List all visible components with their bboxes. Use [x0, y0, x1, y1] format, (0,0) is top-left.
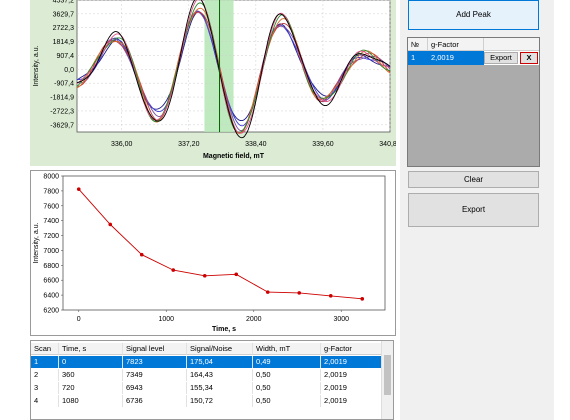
kinetics-y-tick-label: 7200: [43, 233, 59, 240]
kinetics-data-point[interactable]: [76, 187, 81, 191]
table-row[interactable]: 2 360 7349 164,43 0,50 2,0019: [31, 369, 383, 381]
epr-y-tick-label: 2722,3: [53, 25, 75, 32]
table-column-header: Scan: [31, 343, 59, 355]
table-cell: 0,49: [253, 356, 321, 368]
table-cell: 4: [31, 395, 59, 407]
kinetics-y-tick-label: 6600: [43, 278, 59, 285]
table-row[interactable]: 3 720 6943 155,34 0,50 2,0019: [31, 382, 383, 394]
table-cell: 0: [59, 356, 123, 368]
kinetics-y-tick-label: 6400: [43, 293, 59, 300]
table-column-header: g-Factor: [321, 343, 383, 355]
table-cell: 164,43: [187, 369, 253, 381]
peak-row-g-factor: 2,0019: [428, 51, 484, 65]
kinetics-y-tick-label: 6800: [43, 263, 59, 270]
scan-table[interactable]: Scan Time, s Signal level Signal/Noise Width…: [30, 340, 394, 420]
table-cell: 0,50: [253, 382, 321, 394]
epr-x-tick-label: 340,80: [379, 141, 396, 148]
peaks-col-g-factor: g-Factor: [428, 38, 484, 51]
table-cell: 1080: [59, 395, 123, 407]
table-cell: 2,0019: [321, 395, 383, 407]
table-cell: 7823: [123, 356, 187, 368]
table-row[interactable]: 1 0 7823 175,04 0,49 2,0019: [31, 356, 383, 368]
table-cell: 2,0019: [321, 356, 383, 368]
epr-y-tick-label: -1814,9: [50, 95, 74, 102]
table-cell: 360: [59, 369, 123, 381]
kinetics-x-tick-label: 0: [77, 316, 81, 323]
scrollbar-thumb[interactable]: [384, 355, 391, 395]
kinetics-x-tick-label: 1000: [158, 316, 174, 323]
kinetics-x-tick-label: 2000: [246, 316, 262, 323]
kinetics-data-point[interactable]: [139, 252, 144, 257]
table-cell: 0,50: [253, 395, 321, 407]
kinetics-x-tick-label: 3000: [333, 316, 349, 323]
kinetics-data-point[interactable]: [171, 268, 176, 272]
kinetics-panel: 6200 6400 6600 6800 7000 7200 7400 7600 7800 8000…: [30, 170, 396, 336]
table-cell: 155,34: [187, 382, 253, 394]
table-cell: 150,72: [187, 395, 253, 407]
export-button[interactable]: Export: [408, 193, 539, 227]
kinetics-y-tick-label: 6200: [43, 308, 59, 315]
epr-y-tick-label: 1814,9: [53, 39, 75, 46]
kinetics-data-point[interactable]: [265, 290, 270, 294]
kinetics-x-axis-label: Time, s: [212, 326, 236, 333]
peak-remove-button[interactable]: X: [520, 52, 538, 64]
table-scrollbar[interactable]: [381, 341, 393, 419]
table-row[interactable]: 4 1080 6736 150,72 0,50 2,0019: [31, 395, 383, 407]
kinetics-y-tick-label: 7800: [43, 188, 59, 195]
kinetics-y-tick-label: 7600: [43, 203, 59, 210]
kinetics-y-axis-label: Intensity, a.u.: [33, 222, 40, 263]
peak-row-number: 1: [408, 51, 428, 65]
kinetics-data-point[interactable]: [328, 294, 333, 298]
table-cell: 6943: [123, 382, 187, 394]
add-peak-button[interactable]: Add Peak: [408, 0, 539, 30]
kinetics-plot-area: [62, 175, 386, 311]
table-header-row[interactable]: Scan Time, s Signal level Signal/Noise Width…: [31, 343, 383, 355]
kinetics-y-tick-label: 7000: [43, 248, 59, 255]
epr-y-tick-label: 4537,2: [53, 0, 75, 5]
table-cell: 720: [59, 382, 123, 394]
table-cell: 3: [31, 382, 59, 394]
epr-y-tick-label: -907,4: [54, 81, 74, 88]
kinetics-data-point[interactable]: [234, 272, 239, 277]
epr-spectrum-panel: 4537,2 3629,7 2722,3 1814,9 907,4 0,0 -907,4 -1…: [30, 0, 396, 166]
kinetics-data-point[interactable]: [108, 222, 113, 227]
table-cell: 7349: [123, 369, 187, 381]
epr-y-tick-label: 907,4: [56, 53, 74, 60]
table-cell: 2,0019: [321, 382, 383, 394]
kinetics-chart[interactable]: 6200 6400 6600 6800 7000 7200 7400 7600 7800 8000…: [31, 171, 395, 335]
table-cell: 2,0019: [321, 369, 383, 381]
table-cell: 0,50: [253, 369, 321, 381]
epr-x-axis-label: Magnetic field, mT: [203, 153, 265, 160]
kinetics-y-tick-label: 7400: [43, 218, 59, 225]
peaks-grid[interactable]: № g-Factor 1 2,0019 Export X: [407, 37, 540, 167]
epr-x-tick-label: 339,60: [312, 141, 334, 148]
table-column-header: Signal/Noise: [187, 343, 253, 355]
kinetics-y-tick-label: 8000: [43, 174, 59, 181]
peaks-col-number: №: [408, 38, 428, 51]
table-cell: 175,04: [187, 356, 253, 368]
epr-y-tick-label: -2722,3: [50, 108, 74, 115]
peaks-col-actions: [484, 38, 539, 51]
clear-button[interactable]: Clear: [408, 171, 539, 188]
epr-y-tick-label: 3629,7: [53, 11, 75, 18]
table-cell: 1: [31, 356, 59, 368]
epr-spectrum-chart[interactable]: 4537,2 3629,7 2722,3 1814,9 907,4 0,0 -907,4 -1…: [30, 0, 396, 166]
table-cell: 2: [31, 369, 59, 381]
epr-x-tick-label: 337,20: [178, 141, 200, 148]
epr-y-axis-label: Intensity, a.u.: [33, 45, 40, 86]
table-column-header: Width, mT: [253, 343, 321, 355]
table-column-header: Signal level: [123, 343, 187, 355]
table-cell: 6736: [123, 395, 187, 407]
epr-x-tick-label: 338,40: [245, 141, 267, 148]
table-column-header: Time, s: [59, 343, 123, 355]
epr-y-tick-label: 0,0: [64, 67, 74, 74]
epr-y-tick-label: -3629,7: [50, 122, 74, 129]
kinetics-data-point[interactable]: [297, 291, 302, 295]
kinetics-data-point[interactable]: [360, 297, 365, 301]
peak-export-button[interactable]: Export: [484, 52, 518, 64]
kinetics-data-point[interactable]: [202, 273, 207, 278]
epr-x-tick-label: 336,00: [111, 141, 133, 148]
